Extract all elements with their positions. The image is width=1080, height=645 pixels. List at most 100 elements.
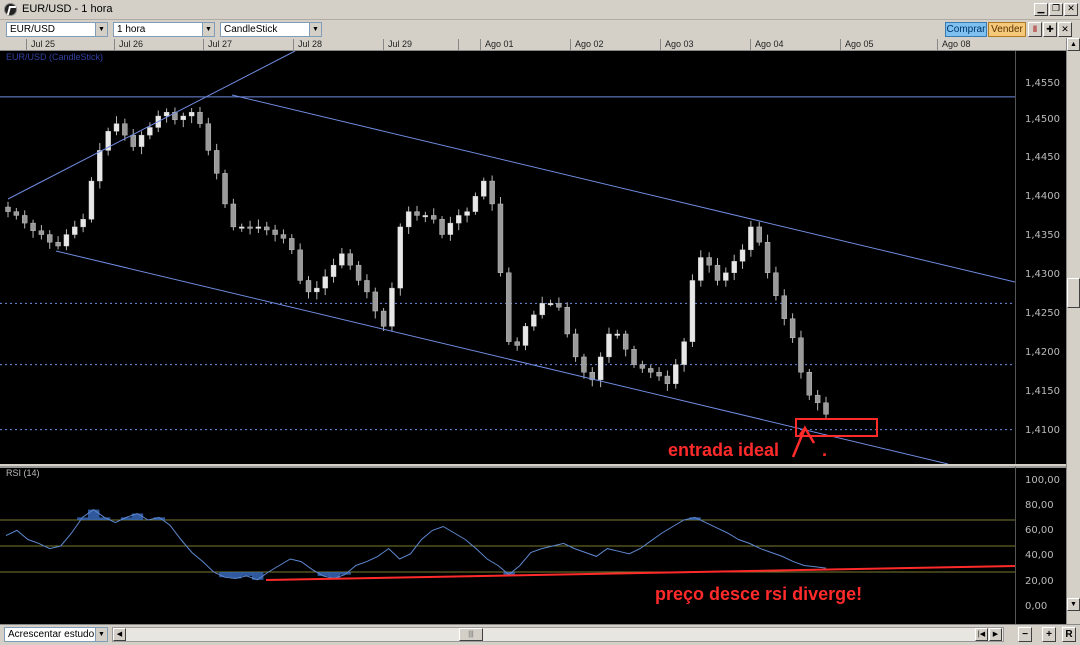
scroll-left-end-icon[interactable]: |◀ [975,628,988,641]
trade-lines-icon[interactable]: ‖ [1028,22,1042,37]
candle-body [230,203,237,228]
zoom-out-icon[interactable]: − [1018,627,1032,642]
close-icon[interactable]: ✕ [1064,3,1078,16]
price-axis: 1,4550 1,4500 1,4450 1,4400 1,4350 1,430… [1015,51,1066,464]
time-label: Jul 27 [203,39,232,51]
candle-body [756,226,762,243]
rsi-chart[interactable] [0,468,1015,624]
candle-body [38,230,45,235]
candle-body [723,272,729,281]
candle-body [314,287,320,293]
reset-button[interactable]: R [1062,627,1076,642]
vertical-scrollbar[interactable]: ▲ ▼ [1066,38,1080,624]
candle-body [706,257,712,266]
chevron-down-icon[interactable]: ▼ [202,23,214,36]
candle-body [80,219,86,228]
candle-body [748,226,754,251]
price-chart-title: EUR/USD (CandleStick) [6,52,104,62]
divergence-annotation: preço desce rsi diverge! [655,584,863,604]
scroll-thumb[interactable] [1067,278,1080,308]
rising-trendline [7,51,296,200]
rsi-tick: 100,00 [1025,475,1060,486]
candle-body [798,337,804,373]
candle-body [180,115,186,121]
price-chart-pane[interactable]: EUR/USD (CandleStick) [0,51,1015,464]
scroll-left-icon[interactable]: ◀ [113,628,126,641]
candle-body [698,257,704,281]
buy-button[interactable]: Comprar [945,22,987,37]
add-study-select[interactable]: Acrescentar estudo ▼ [4,627,108,642]
chevron-down-icon[interactable]: ▼ [309,23,321,36]
candle-body [188,111,195,117]
candle-body [330,264,337,277]
candle-body [439,219,445,235]
scroll-right-icon[interactable]: ▶ [989,628,1002,641]
rsi-zone-fill [219,572,231,578]
candle-body [297,249,303,281]
candle-body [622,333,629,350]
candle-body [614,333,621,336]
chart-type-select[interactable]: CandleStick ▼ [220,22,322,37]
candle-body [531,314,537,327]
close-chart-icon[interactable]: ✕ [1058,22,1072,37]
candle-body [414,211,420,216]
scroll-down-icon[interactable]: ▼ [1067,598,1080,611]
candle-body [272,229,278,235]
candle-body [764,242,771,273]
minimize-icon[interactable]: ▁ [1034,3,1048,16]
time-label: Jul 29 [383,39,412,51]
zoom-in-icon[interactable]: + [1042,627,1056,642]
channel-lower-line [55,250,949,464]
candle-body [163,111,170,117]
rsi-chart-pane[interactable]: RSI (14) [0,466,1015,624]
candle-body [514,341,520,346]
rsi-tick: 60,00 [1025,525,1054,536]
rsi-chart-title: RSI (14) [6,468,40,478]
candle-body [372,291,378,312]
candle-body [55,242,61,247]
crosshair-icon[interactable]: ✚ [1043,22,1057,37]
title-bar: EUR/USD - 1 hora ▁ ❐ ✕ [0,0,1080,20]
candle-body [814,394,821,404]
candle-body [664,375,671,384]
candle-body [389,287,395,327]
chart-type-value: CandleStick [224,24,278,35]
scroll-up-icon[interactable]: ▲ [1067,38,1080,51]
candle-body [739,249,746,262]
candle-body [30,222,36,231]
time-label: Ago 04 [750,39,784,51]
chevron-down-icon[interactable]: ▼ [95,23,107,36]
candle-body [673,364,679,384]
price-tick: 1,4100 [1025,425,1060,436]
rsi-tick: 40,00 [1025,550,1054,561]
interval-select[interactable]: 1 hora ▼ [113,22,215,37]
candle-body [714,264,721,281]
price-tick: 1,4200 [1025,347,1060,358]
candle-body [539,303,545,316]
price-chart[interactable] [0,51,1015,464]
sell-button[interactable]: Vender [988,22,1026,37]
candle-body [422,215,429,218]
candle-body [773,272,779,296]
candle-body [522,326,529,346]
candle-body [806,372,813,396]
candle-body [147,127,153,136]
horizontal-scrollbar[interactable]: ◀ ||| |◀ ▶ [112,627,1004,642]
scroll-thumb[interactable]: ||| [459,628,483,641]
candle-body [397,226,404,289]
candle-body [564,307,570,335]
candle-body [731,261,737,273]
add-study-value: Acrescentar estudo [8,629,95,640]
candle-body [606,333,612,358]
chevron-down-icon[interactable]: ▼ [95,628,107,641]
restore-icon[interactable]: ❐ [1049,3,1063,16]
symbol-value: EUR/USD [10,24,56,35]
symbol-select[interactable]: EUR/USD ▼ [6,22,108,37]
candle-body [472,196,479,212]
candle-body [197,111,203,124]
candle-body [481,180,487,197]
candle-body [280,234,287,239]
time-label: Jul 26 [114,39,143,51]
candle-body [547,303,554,306]
candle-body [247,226,253,229]
